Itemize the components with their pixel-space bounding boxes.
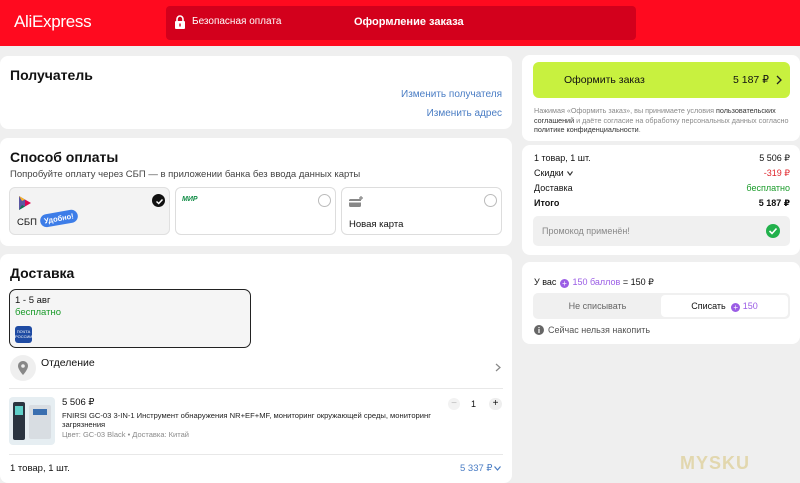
points-amount: 150 баллов	[572, 277, 621, 287]
sbp-badge: Удобно!	[39, 208, 79, 229]
mir-logo: МИР	[182, 196, 198, 203]
spend-points-option[interactable]: Списать + 150	[661, 295, 788, 317]
summary-discount-value: -319 ₽	[763, 168, 790, 178]
watermark: MYSKU	[680, 453, 751, 473]
privacy-policy-link[interactable]: политике конфиденциальности	[534, 125, 639, 134]
product-image[interactable]	[9, 397, 55, 445]
delivery-total[interactable]: 5 337 ₽	[460, 463, 492, 474]
points-balance: У вас + 150 баллов = 150 ₽	[534, 277, 654, 288]
place-order-amount: 5 187 ₽	[733, 74, 769, 86]
spend-points-label: Списать	[691, 301, 726, 311]
payment-subtitle: Попробуйте оплату через СБП — в приложен…	[10, 169, 361, 180]
points-equals: = 150 ₽	[622, 277, 654, 287]
quantity-value: 1	[471, 399, 477, 409]
promo-code-status: Промокод применён!	[542, 226, 630, 236]
divider	[9, 454, 503, 455]
pickup-point-label[interactable]: Отделение	[41, 357, 95, 369]
location-pin-icon	[18, 361, 28, 375]
chevron-down-icon[interactable]	[567, 171, 573, 176]
summary-delivery-row: Доставка бесплатно	[534, 183, 790, 195]
summary-total-label: Итого	[534, 198, 560, 208]
summary-delivery-value: бесплатно	[746, 183, 790, 193]
summary-items-value: 5 506 ₽	[759, 153, 790, 163]
no-spend-points-option[interactable]: Не списывать	[535, 295, 660, 317]
summary-discount-row[interactable]: Скидки -319 ₽	[534, 168, 790, 180]
points-toggle: Не списывать Списать + 150	[533, 293, 790, 319]
secure-payment-label: Безопасная оплата	[192, 16, 282, 27]
secure-payment-bar: Безопасная оплата Оформление заказа	[166, 6, 636, 40]
info-icon	[534, 325, 544, 335]
header: AliExpress Безопасная оплата Оформление …	[0, 0, 800, 46]
summary-items-row: 1 товар, 1 шт. 5 506 ₽	[534, 153, 790, 165]
terms-middle: и даёте согласие на обработку персональн…	[574, 115, 789, 125]
delivery-items-count: 1 товар, 1 шт.	[10, 463, 70, 474]
promo-code-field[interactable]: Промокод применён!	[533, 216, 790, 246]
delivery-option[interactable]: 1 - 5 авг бесплатно ПОЧТА РОССИИ	[9, 289, 251, 348]
mir-radio[interactable]	[318, 194, 331, 207]
chevron-right-icon[interactable]	[495, 363, 501, 372]
check-icon	[155, 198, 164, 205]
page-title: Оформление заказа	[354, 16, 464, 28]
new-card-radio[interactable]	[484, 194, 497, 207]
pickup-point-icon-wrap	[10, 355, 36, 381]
delivery-dates: 1 - 5 авг	[15, 295, 51, 306]
points-prefix: У вас	[534, 277, 557, 287]
recipient-title: Получатель	[10, 67, 93, 83]
product-price: 5 506 ₽	[62, 397, 95, 408]
product-name[interactable]: FNIRSI GC-03 3-IN-1 Инструмент обнаружен…	[62, 411, 442, 429]
points-info: Сейчас нельзя накопить	[548, 325, 651, 335]
spend-points-amount: 150	[742, 301, 758, 311]
chevron-down-icon[interactable]	[494, 466, 501, 471]
summary-card: 1 товар, 1 шт. 5 506 ₽ Скидки -319 ₽ Дос…	[522, 145, 800, 255]
change-recipient-link[interactable]: Изменить получателя	[401, 89, 502, 100]
delivery-title: Доставка	[10, 265, 75, 281]
place-order-label: Оформить заказ	[564, 74, 645, 86]
quantity-decrease-button[interactable]: −	[448, 398, 460, 410]
russian-post-logo: ПОЧТА РОССИИ	[15, 326, 32, 343]
new-card-label: Новая карта	[349, 219, 404, 230]
change-address-link[interactable]: Изменить адрес	[427, 108, 502, 119]
terms-prefix: Нажимая «Оформить заказ», вы принимаете …	[534, 106, 716, 115]
sbp-icon	[19, 196, 31, 210]
delivery-card: Доставка 1 - 5 авг бесплатно ПОЧТА РОССИ…	[0, 254, 512, 483]
divider	[9, 388, 503, 389]
payment-card: Способ оплаты Попробуйте оплату через СБ…	[0, 138, 512, 246]
delivery-price: бесплатно	[15, 307, 62, 318]
points-icon: +	[731, 303, 741, 312]
payment-title: Способ оплаты	[10, 149, 119, 165]
summary-delivery-label: Доставка	[534, 183, 573, 193]
points-icon: +	[559, 279, 569, 288]
add-card-icon	[349, 196, 363, 207]
terms-end: .	[638, 125, 641, 135]
summary-discount-label: Скидки	[534, 168, 564, 178]
sbp-radio[interactable]	[152, 194, 165, 207]
points-card: У вас + 150 баллов = 150 ₽ Не списывать …	[522, 262, 800, 344]
summary-items-label: 1 товар, 1 шт.	[534, 153, 591, 163]
quantity-increase-button[interactable]: +	[489, 398, 502, 410]
product-meta: Цвет: GC-03 Black • Доставка: Китай	[62, 430, 189, 439]
lock-icon	[175, 15, 185, 29]
payment-option-sbp[interactable]: СБП Удобно!	[9, 187, 170, 235]
summary-total-row: Итого 5 187 ₽	[534, 198, 790, 210]
recipient-card: Получатель Изменить получателя Изменить …	[0, 56, 512, 129]
sbp-label: СБП	[17, 217, 37, 228]
payment-option-mir[interactable]: МИР	[175, 187, 336, 235]
chevron-right-icon	[776, 75, 782, 85]
summary-total-value: 5 187 ₽	[758, 198, 790, 208]
check-circle-icon	[766, 224, 780, 238]
place-order-button[interactable]: Оформить заказ 5 187 ₽	[533, 62, 790, 98]
order-card: Оформить заказ 5 187 ₽ Нажимая «Оформить…	[522, 55, 800, 141]
aliexpress-logo[interactable]: AliExpress	[14, 12, 92, 32]
payment-option-new-card[interactable]: Новая карта	[341, 187, 502, 235]
order-terms: Нажимая «Оформить заказ», вы принимаете …	[534, 106, 790, 135]
